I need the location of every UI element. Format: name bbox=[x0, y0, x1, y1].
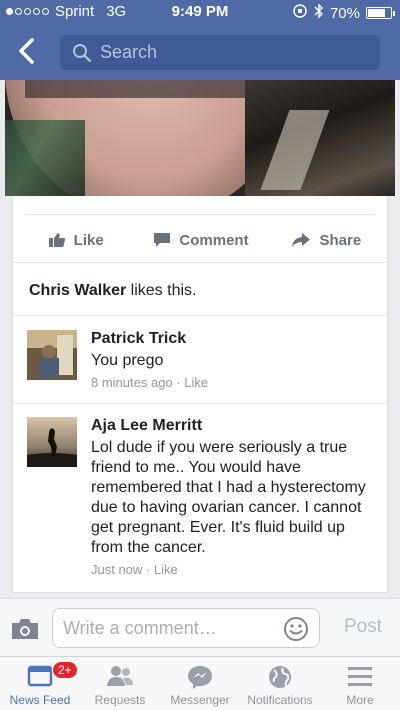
search-placeholder: Search bbox=[100, 42, 158, 62]
liker-name[interactable]: Chris Walker bbox=[29, 282, 126, 299]
share-button[interactable]: Share bbox=[264, 218, 389, 262]
thumbs-up-icon bbox=[48, 233, 65, 247]
comment-meta: Just now · Like bbox=[91, 562, 178, 577]
globe-icon bbox=[267, 664, 293, 693]
bluetooth-icon bbox=[314, 3, 324, 23]
post-actions: Like Comment Share bbox=[13, 218, 389, 262]
share-label: Share bbox=[319, 231, 362, 249]
comment-meta: 8 minutes ago · Like bbox=[91, 375, 209, 390]
comment-author[interactable]: Aja Lee Merritt bbox=[91, 417, 381, 435]
comment-input[interactable]: Write a comment… bbox=[52, 608, 320, 648]
tab-news-feed[interactable]: 2+ News Feed bbox=[0, 657, 80, 710]
sticker-button[interactable] bbox=[283, 616, 309, 642]
likes-suffix: likes this. bbox=[126, 282, 197, 299]
camera-icon bbox=[12, 619, 38, 639]
comment-composer: Write a comment… Post bbox=[0, 598, 400, 656]
comment-time: Just now bbox=[91, 562, 143, 577]
avatar[interactable] bbox=[27, 330, 77, 380]
comment-input-placeholder: Write a comment… bbox=[63, 617, 217, 638]
battery-icon bbox=[366, 7, 395, 19]
comment-label: Comment bbox=[179, 231, 249, 249]
tab-messenger[interactable]: Messenger bbox=[160, 657, 240, 710]
likes-summary[interactable]: Chris Walker likes this. bbox=[29, 282, 196, 300]
messenger-icon bbox=[186, 664, 214, 693]
avatar[interactable] bbox=[27, 417, 77, 467]
tab-requests[interactable]: Requests bbox=[80, 657, 160, 710]
tab-more[interactable]: More bbox=[320, 657, 400, 710]
rotation-lock-icon bbox=[292, 3, 308, 23]
back-button[interactable] bbox=[14, 36, 40, 66]
camera-button[interactable] bbox=[10, 617, 40, 641]
menu-icon bbox=[347, 664, 373, 691]
chevron-left-icon bbox=[19, 38, 34, 64]
profile-photo-icon bbox=[27, 330, 77, 380]
tab-label: Requests bbox=[94, 693, 146, 707]
like-label: Like bbox=[73, 231, 104, 249]
status-bar: Sprint 3G 9:49 PM 70% bbox=[0, 0, 400, 24]
post-photo[interactable] bbox=[5, 80, 395, 196]
comment-item: Patrick Trick You prego 8 minutes ago · … bbox=[27, 330, 381, 390]
comment-time: 8 minutes ago bbox=[91, 375, 173, 390]
friends-icon bbox=[105, 664, 135, 691]
share-arrow-icon bbox=[292, 233, 311, 247]
comment-icon bbox=[154, 233, 171, 247]
tab-label: More bbox=[346, 693, 374, 707]
post-card: Like Comment Share Chris Walker likes th… bbox=[12, 196, 389, 593]
tab-notifications[interactable]: Notifications bbox=[240, 657, 320, 710]
comment-like-link[interactable]: Like bbox=[154, 562, 178, 577]
top-header: Sprint 3G 9:49 PM 70% Search bbox=[0, 0, 400, 80]
news-feed-icon bbox=[26, 664, 54, 691]
notification-badge: 2+ bbox=[52, 661, 78, 679]
tab-label: News Feed bbox=[9, 693, 71, 707]
comment-item: Aja Lee Merritt Lol dude if you were ser… bbox=[27, 417, 381, 577]
search-input[interactable]: Search bbox=[60, 35, 380, 70]
tab-bar: 2+ News Feed Requests Messenger Notifica… bbox=[0, 656, 400, 710]
post-comment-button[interactable]: Post bbox=[344, 616, 382, 638]
like-button[interactable]: Like bbox=[13, 218, 138, 262]
comment-like-link[interactable]: Like bbox=[184, 375, 208, 390]
profile-photo-icon bbox=[27, 417, 77, 467]
smiley-icon bbox=[284, 617, 308, 641]
comment-text: Lol dude if you were seriously a true fr… bbox=[91, 439, 366, 556]
comment-button[interactable]: Comment bbox=[138, 218, 263, 262]
battery-percent: 70% bbox=[329, 4, 360, 22]
tab-label: Notifications bbox=[247, 693, 313, 707]
search-icon bbox=[73, 43, 92, 62]
comment-author[interactable]: Patrick Trick bbox=[91, 330, 381, 348]
tab-label: Messenger bbox=[170, 693, 230, 707]
comment-text: You prego bbox=[91, 352, 164, 369]
